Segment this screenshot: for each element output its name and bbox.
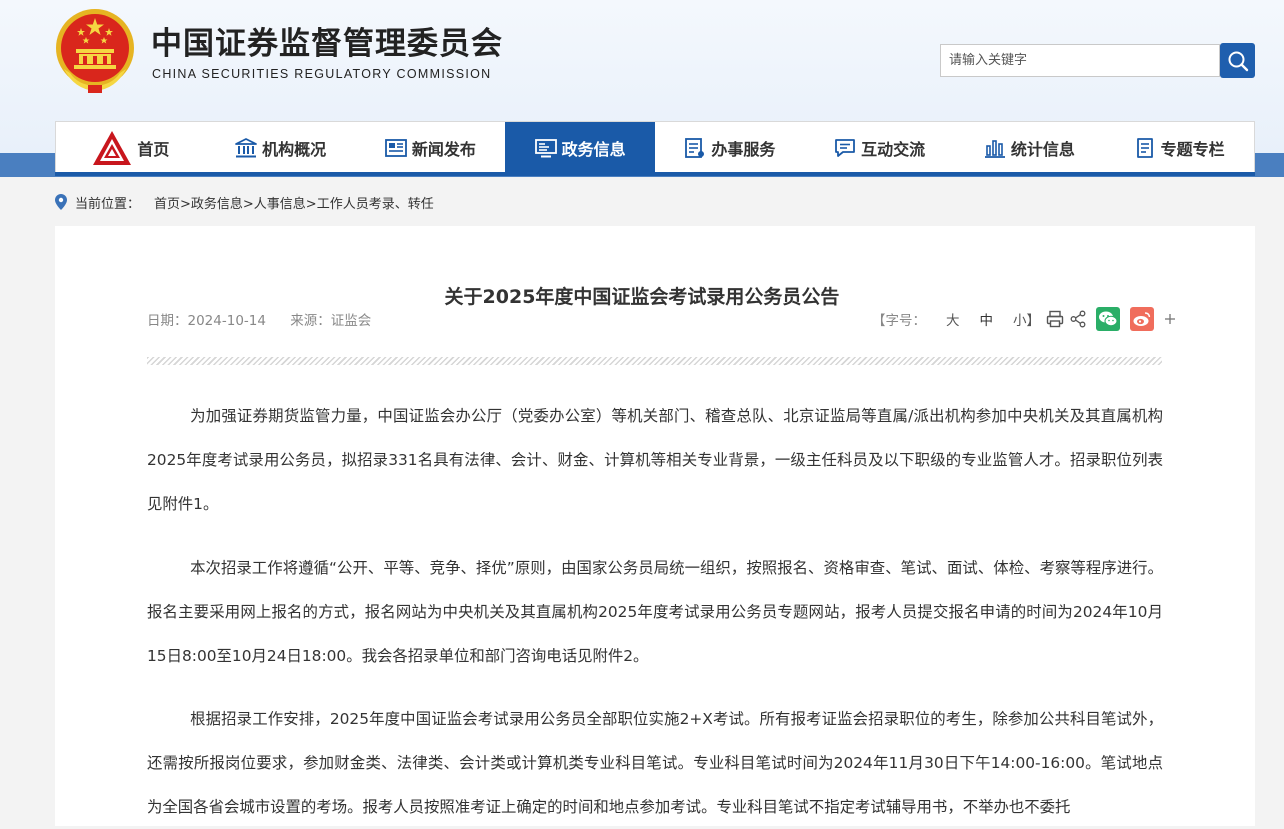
csrc-logo-icon [93, 130, 132, 165]
site-title: 中国证券监督管理委员会 [151, 26, 503, 62]
breadcrumb-label: 当前位置： [75, 196, 141, 212]
service-document-icon [685, 137, 705, 158]
search-button[interactable] [1220, 43, 1255, 78]
nav-item-about[interactable]: 机构概况 [206, 122, 356, 173]
topic-document-icon [1136, 137, 1153, 158]
font-size-small[interactable]: 小】 [1013, 309, 1040, 329]
article-paragraph: 根据招录工作安排，2025年度中国证监会考试录用公务员全部职位实施2+X考试。所… [147, 710, 1163, 816]
national-emblem-logo[interactable] [54, 7, 136, 95]
newspaper-icon [384, 138, 407, 157]
article-meta: 日期：2024-10-14 来源：证监会 [147, 309, 371, 329]
search-input[interactable] [940, 44, 1220, 77]
print-icon[interactable] [1046, 310, 1064, 328]
nav-item-label: 首页 [137, 139, 170, 159]
monitor-icon [534, 139, 557, 158]
chat-bubble-icon [835, 138, 856, 157]
breadcrumb: 当前位置： 首页>政务信息>人事信息>工作人员考录、转任 [55, 192, 434, 212]
nav-item-topics[interactable]: 专题专栏 [1104, 122, 1254, 173]
font-size-label: 【字号： [872, 313, 926, 329]
nav-item-label: 专题专栏 [1160, 139, 1225, 159]
nav-item-label: 互动交流 [861, 139, 926, 159]
wechat-share-button[interactable] [1096, 307, 1120, 331]
nav-item-statistics[interactable]: 统计信息 [955, 122, 1105, 173]
article-tools: 【字号： 大 中 小】 [872, 307, 1176, 331]
institution-building-icon [235, 137, 258, 157]
title-divider [147, 357, 1162, 365]
location-pin-icon [55, 194, 67, 210]
nav-item-services[interactable]: 办事服务 [655, 122, 805, 173]
nav-item-news[interactable]: 新闻发布 [356, 122, 506, 173]
share-icon[interactable] [1070, 310, 1086, 328]
article-date: 日期：2024-10-14 [147, 313, 266, 329]
nav-item-government-info[interactable]: 政务信息 [505, 122, 655, 174]
nav-item-interaction[interactable]: 互动交流 [805, 122, 955, 173]
nav-item-label: 统计信息 [1010, 139, 1075, 159]
site-subtitle: CHINA SECURITIES REGULATORY COMMISSION [152, 67, 492, 81]
nav-item-label: 机构概况 [262, 139, 327, 159]
weibo-share-button[interactable] [1130, 307, 1154, 331]
nav-item-label: 办事服务 [711, 139, 776, 159]
font-size-medium[interactable]: 中 [980, 309, 994, 329]
article-source: 来源：证监会 [290, 313, 372, 329]
nav-underline [55, 172, 1255, 176]
weibo-icon [1133, 312, 1151, 326]
search-icon [1228, 51, 1248, 71]
more-plus-icon[interactable] [1164, 313, 1176, 325]
breadcrumb-path[interactable]: 首页>政务信息>人事信息>工作人员考录、转任 [154, 193, 434, 212]
nav-item-home[interactable]: 首页 [56, 122, 206, 173]
font-size-large[interactable]: 大 [946, 309, 960, 329]
bar-chart-icon [984, 139, 1005, 158]
nav-item-label: 新闻发布 [411, 139, 476, 159]
article-paragraph: 为加强证券期货监管力量，中国证监会办公厅（党委办公室）等机关部门、稽查总队、北京… [147, 407, 1163, 513]
article-paragraph: 本次招录工作将遵循“公开、平等、竞争、择优”原则，由国家公务员局统一组织，按照报… [147, 559, 1163, 665]
wechat-icon [1099, 311, 1118, 327]
article-title: 关于2025年度中国证监会考试录用公务员公告 [444, 286, 840, 308]
main-nav: 首页 机构概况 新闻发布 政务信息 办事服务 互动交流 统计信息 专题专栏 [55, 121, 1255, 174]
nav-item-label: 政务信息 [561, 140, 626, 159]
